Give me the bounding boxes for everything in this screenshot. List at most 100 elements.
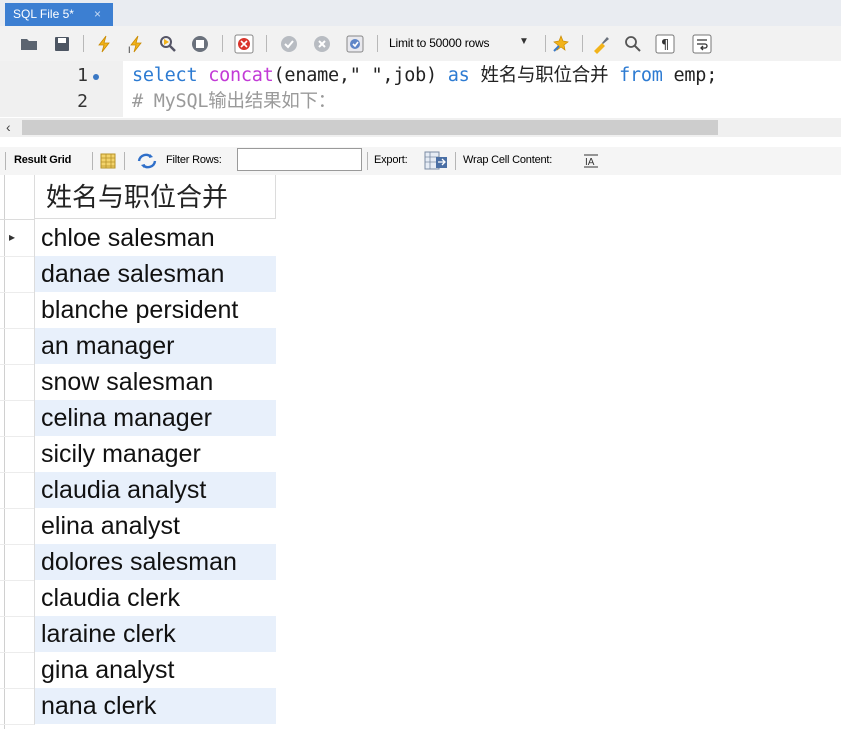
scroll-left-icon[interactable]: ‹	[6, 118, 11, 137]
code-line[interactable]: # MySQL输出结果如下：	[132, 89, 336, 115]
code-alias: 姓名与职位合并	[480, 65, 620, 86]
table-cell[interactable]: claudia analyst	[35, 472, 276, 508]
table-cell[interactable]: blanche persident	[35, 292, 276, 328]
table-cell[interactable]: nana clerk	[35, 688, 276, 724]
table-row[interactable]: nana clerk	[0, 688, 276, 725]
row-header[interactable]	[0, 400, 35, 437]
editor-line-2[interactable]: 2 # MySQL输出结果如下：	[0, 89, 841, 115]
export-icon[interactable]	[424, 151, 448, 171]
close-icon[interactable]: ×	[94, 3, 101, 26]
open-folder-icon[interactable]	[19, 34, 39, 54]
stop-icon[interactable]	[190, 34, 210, 54]
beautify-icon[interactable]	[551, 34, 571, 54]
refresh-icon[interactable]	[136, 152, 158, 170]
row-header[interactable]	[0, 436, 35, 473]
row-header[interactable]	[0, 652, 35, 689]
wrap-cell-icon[interactable]: IA	[583, 154, 599, 168]
row-header[interactable]	[0, 292, 35, 329]
execute-icon[interactable]	[94, 34, 114, 54]
table-cell[interactable]: gina analyst	[35, 652, 276, 688]
table-row[interactable]: sicily manager	[0, 436, 276, 473]
table-row[interactable]: laraine clerk	[0, 616, 276, 653]
scrollbar-thumb[interactable]	[22, 120, 718, 135]
code-line[interactable]: select concat(ename," ",job) as 姓名与职位合并 …	[132, 63, 717, 89]
table-row[interactable]: ▸ chloe salesman	[0, 220, 276, 257]
table-cell[interactable]: dolores salesman	[35, 544, 276, 580]
brush-icon[interactable]	[591, 34, 611, 54]
invisible-chars-icon[interactable]: ¶	[655, 34, 675, 54]
toolbar-separator	[545, 35, 546, 52]
table-row[interactable]: claudia clerk	[0, 580, 276, 617]
table-row[interactable]: claudia analyst	[0, 472, 276, 509]
row-header[interactable]	[0, 580, 35, 617]
table-cell[interactable]: snow salesman	[35, 364, 276, 400]
row-header[interactable]	[0, 688, 35, 725]
sql-toolbar: I Limit to 50000 rows ▼ ¶	[0, 26, 841, 61]
row-header[interactable]: ▸	[0, 220, 35, 257]
table-row[interactable]: dolores salesman	[0, 544, 276, 581]
toolbar-separator	[377, 35, 378, 52]
toolbar-separator	[582, 35, 583, 52]
horizontal-scrollbar[interactable]: ‹	[0, 118, 841, 137]
filter-rows-input[interactable]	[237, 148, 362, 171]
tab-label: SQL File 5*	[13, 7, 74, 21]
toolbar-separator	[222, 35, 223, 52]
table-cell[interactable]: celina manager	[35, 400, 276, 436]
table-cell[interactable]: an manager	[35, 328, 276, 364]
save-icon[interactable]	[52, 34, 72, 54]
row-header[interactable]	[0, 364, 35, 401]
toolbar-separator	[266, 35, 267, 52]
autocommit-icon[interactable]	[345, 34, 365, 54]
filter-rows-label: Filter Rows:	[166, 154, 222, 166]
result-grid[interactable]: 姓名与职位合并 ▸ chloe salesman danae salesman bla…	[0, 175, 841, 729]
table-row[interactable]: an manager	[0, 328, 276, 365]
execute-current-icon[interactable]: I	[126, 34, 146, 54]
row-header[interactable]	[0, 508, 35, 545]
table-row[interactable]: blanche persident	[0, 292, 276, 329]
table-cell[interactable]: claudia clerk	[35, 580, 276, 616]
keyword-select: select	[132, 65, 209, 86]
table-row[interactable]: celina manager	[0, 400, 276, 437]
table-row[interactable]: snow salesman	[0, 364, 276, 401]
limit-rows-label: Limit to 50000 rows	[389, 36, 490, 50]
wrap-cell-content-label: Wrap Cell Content:	[463, 154, 553, 166]
toolbar-separator	[83, 35, 84, 52]
result-grid-tab[interactable]: Result Grid	[14, 154, 71, 166]
line-number: 1	[77, 65, 88, 86]
tab-sql-file[interactable]: SQL File 5* ×	[5, 3, 113, 26]
explain-icon[interactable]	[158, 34, 178, 54]
commit-icon[interactable]	[279, 34, 299, 54]
table-cell[interactable]: elina analyst	[35, 508, 276, 544]
result-toolbar: Result Grid Filter Rows: Export: Wrap Ce…	[0, 147, 841, 175]
toggle-error-icon[interactable]	[234, 34, 254, 54]
table-row[interactable]: elina analyst	[0, 508, 276, 545]
row-header-corner	[0, 175, 35, 220]
editor-line-1[interactable]: 1 select concat(ename," ",job) as 姓名与职位合…	[0, 63, 841, 89]
row-header[interactable]	[0, 544, 35, 581]
toolbar-separator	[5, 152, 6, 170]
code-args: (ename," ",job)	[273, 65, 448, 86]
code-comment: # MySQL输出结果如下：	[132, 91, 336, 112]
grid-view-icon[interactable]	[100, 153, 116, 169]
column-header[interactable]: 姓名与职位合并	[35, 175, 276, 219]
svg-text:IA: IA	[585, 157, 595, 168]
limit-rows-select[interactable]: Limit to 50000 rows ▼	[385, 35, 541, 53]
find-icon[interactable]	[623, 34, 643, 54]
line-number: 2	[77, 91, 88, 112]
table-row[interactable]: danae salesman	[0, 256, 276, 293]
svg-text:I: I	[128, 45, 131, 54]
row-header[interactable]	[0, 616, 35, 653]
row-header[interactable]	[0, 256, 35, 293]
word-wrap-icon[interactable]	[692, 34, 712, 54]
rollback-icon[interactable]	[312, 34, 332, 54]
row-header[interactable]	[0, 328, 35, 365]
table-cell[interactable]: danae salesman	[35, 256, 276, 292]
table-row[interactable]: gina analyst	[0, 652, 276, 689]
table-cell[interactable]: sicily manager	[35, 436, 276, 472]
sql-editor[interactable]: 1 select concat(ename," ",job) as 姓名与职位合…	[0, 61, 841, 117]
code-table: emp;	[673, 65, 718, 86]
table-cell[interactable]: chloe salesman	[35, 220, 276, 256]
table-cell[interactable]: laraine clerk	[35, 616, 276, 652]
keyword-as: as	[447, 65, 481, 86]
row-header[interactable]	[0, 472, 35, 509]
